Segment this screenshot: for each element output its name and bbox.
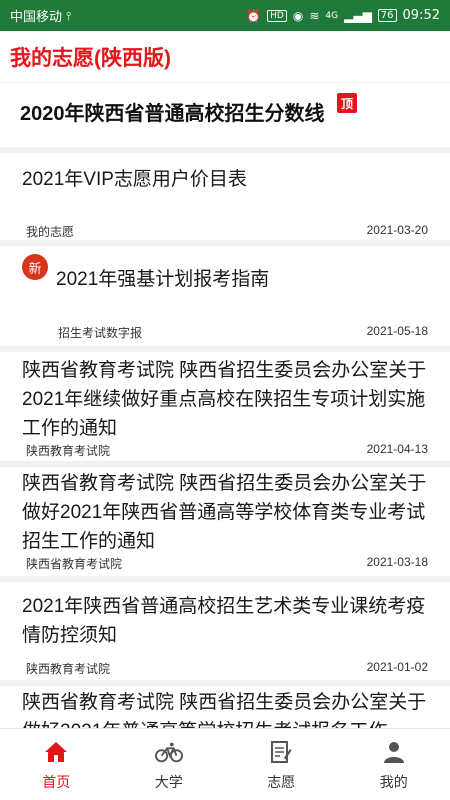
pinned-article[interactable]: 2020年陕西省普通高校招生分数线 顶 [0,83,450,147]
nav-university-label: 大学 [154,773,183,790]
nav-profile[interactable]: 我的 [338,729,450,800]
pinned-article-title: 2020年陕西省普通高校招生分数线 [20,103,325,125]
list-item[interactable]: 陕西省教育考试院 陕西省招生委员会办公室关于做好2021年陕西省普通高等学校体育… [0,467,450,576]
list-item-date: 2021-04-13 [366,442,428,456]
bicycle-icon [154,738,183,766]
list-item-source: 陕西省教育考试院 [26,557,123,571]
list-item[interactable]: 新 2021年强基计划报考指南 招生考试数字报 2021-05-18 [0,246,450,346]
nav-home[interactable]: 首页 [0,729,113,800]
list-item[interactable]: 陕西省教育考试院 陕西省招生委员会办公室关于2021年继续做好重点高校在陕招生专… [0,352,450,461]
nav-profile-label: 我的 [379,773,408,790]
list-item-title: 2021年陕西省普通高校招生艺术类专业课统考疫情防控须知 [22,596,426,646]
bottom-nav: 首页 大学 志愿 我的 [0,728,450,800]
list-item[interactable]: 陕西省教育考试院 陕西省招生委员会办公室关于做好2021年普通高等学校招生考试报… [0,686,450,728]
list-item-source: 招生考试数字报 [58,326,143,340]
eye-icon: ◉ [292,8,304,23]
list-item-title: 陕西省教育考试院 陕西省招生委员会办公室关于2021年继续做好重点高校在陕招生专… [22,360,427,439]
list-item-date: 2021-03-20 [366,223,428,237]
app-title: 我的志愿(陕西版) [10,46,171,70]
nav-university[interactable]: 大学 [113,729,226,800]
new-badge: 新 [22,254,48,280]
news-feed[interactable]: 2021年VIP志愿用户价目表 我的志愿 2021-03-20 新 2021年强… [0,153,450,728]
network-label: 4G [325,10,339,21]
list-item[interactable]: 2021年VIP志愿用户价目表 我的志愿 2021-03-20 [0,153,450,240]
battery-icon: 76 [377,9,397,22]
list-item-date: 2021-01-02 [366,660,428,674]
list-item-source: 我的志愿 [26,225,75,239]
nav-volunteer-label: 志愿 [267,773,296,790]
app-header: 我的志愿(陕西版) [0,31,450,83]
pinned-badge: 顶 [337,93,357,113]
alarm-icon: ⏰ [246,8,262,23]
hd-badge: HD [267,9,287,22]
list-item-title: 2021年VIP志愿用户价目表 [22,169,247,190]
list-item-date: 2021-05-18 [366,324,428,338]
document-edit-icon [267,738,295,766]
clock: 09:52 [402,8,440,23]
nav-home-label: 首页 [42,773,71,790]
list-item-date: 2021-03-18 [366,555,428,569]
carrier-label: 中国移动 [10,10,63,25]
list-item[interactable]: 2021年陕西省普通高校招生艺术类专业课统考疫情防控须知 陕西教育考试院 202… [0,582,450,680]
usb-icon: ⫯ [66,8,72,23]
user-icon [380,738,408,766]
list-item-title: 陕西省教育考试院 陕西省招生委员会办公室关于做好2021年普通高等学校招生考试报… [22,692,427,728]
nav-volunteer[interactable]: 志愿 [225,729,338,800]
home-icon [42,738,70,766]
wifi-icon: ≋ [309,8,320,23]
list-item-title: 2021年强基计划报考指南 [56,269,270,290]
list-item-source: 陕西教育考试院 [26,444,111,458]
list-item-title: 陕西省教育考试院 陕西省招生委员会办公室关于做好2021年陕西省普通高等学校体育… [22,473,427,552]
signal-icon: ▂▄▆ [344,8,372,23]
list-item-source: 陕西教育考试院 [26,662,111,676]
status-bar: 中国移动 ⫯ ⏰ HD ◉ ≋ 4G ▂▄▆ 76 09:52 [0,0,450,31]
